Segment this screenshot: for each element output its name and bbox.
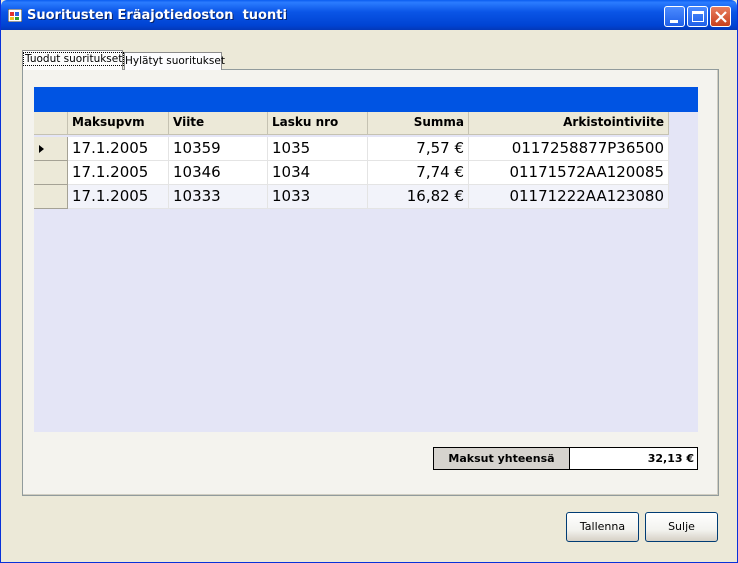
- window-title: Suoritusten Eräajotiedoston tuonti: [27, 8, 287, 23]
- minimize-icon: [670, 20, 678, 23]
- table-cell[interactable]: 17.1.2005: [68, 185, 169, 209]
- close-button[interactable]: Sulje: [645, 512, 718, 542]
- close-window-button[interactable]: [710, 6, 731, 27]
- row-header-corner: [34, 112, 68, 135]
- table-cell[interactable]: 17.1.2005: [68, 137, 169, 161]
- column-header-maksupvm[interactable]: Maksupvm: [68, 112, 169, 135]
- tab-tuodut-suoritukset[interactable]: Tuodut suoritukset: [22, 50, 125, 70]
- minimize-button[interactable]: [664, 6, 685, 27]
- main-window: Suoritusten Eräajotiedoston tuonti Tuodu…: [0, 0, 738, 563]
- tab-label: Hylätyt suoritukset: [125, 55, 225, 67]
- current-row-arrow-icon: [39, 145, 44, 153]
- table-cell[interactable]: 01171222AA123080: [469, 185, 669, 209]
- column-header-lasku-nro[interactable]: Lasku nro: [268, 112, 368, 135]
- title-bar[interactable]: Suoritusten Eräajotiedoston tuonti: [1, 0, 737, 30]
- column-header-arkistointiviite[interactable]: Arkistointiviite: [469, 112, 669, 135]
- save-button[interactable]: Tallenna: [566, 512, 639, 542]
- tab-label: Tuodut suoritukset: [23, 52, 125, 66]
- table-cell[interactable]: 7,74 €: [368, 161, 469, 185]
- table-cell[interactable]: 10359: [169, 137, 268, 161]
- tab-hylatyt-suoritukset[interactable]: Hylätyt suoritukset: [124, 52, 225, 70]
- row-header[interactable]: [34, 185, 68, 209]
- row-header[interactable]: [34, 161, 68, 185]
- table-cell[interactable]: 1034: [268, 161, 368, 185]
- table-cell[interactable]: 1033: [268, 185, 368, 209]
- maximize-button[interactable]: [687, 6, 708, 27]
- table-cell[interactable]: 7,57 €: [368, 137, 469, 161]
- column-header-summa[interactable]: Summa: [368, 112, 469, 135]
- table-cell[interactable]: 10346: [169, 161, 268, 185]
- table-cell[interactable]: 17.1.2005: [68, 161, 169, 185]
- table-cell[interactable]: 10333: [169, 185, 268, 209]
- app-icon: [8, 9, 22, 22]
- close-icon: [715, 11, 727, 23]
- grid-caption-bar: [34, 87, 698, 112]
- table-cell[interactable]: 0117258877P36500: [469, 137, 669, 161]
- table-cell[interactable]: 01171572AA120085: [469, 161, 669, 185]
- table-cell[interactable]: 1035: [268, 137, 368, 161]
- table-cell[interactable]: 16,82 €: [368, 185, 469, 209]
- total-payments-label: Maksut yhteensä: [433, 447, 570, 470]
- column-header-viite[interactable]: Viite: [169, 112, 268, 135]
- payments-grid[interactable]: Maksupvm Viite Lasku nro Summa Arkistoin…: [34, 87, 698, 432]
- total-payments-value: 32,13 €: [570, 447, 698, 470]
- maximize-icon: [692, 11, 704, 22]
- row-header[interactable]: [34, 137, 68, 161]
